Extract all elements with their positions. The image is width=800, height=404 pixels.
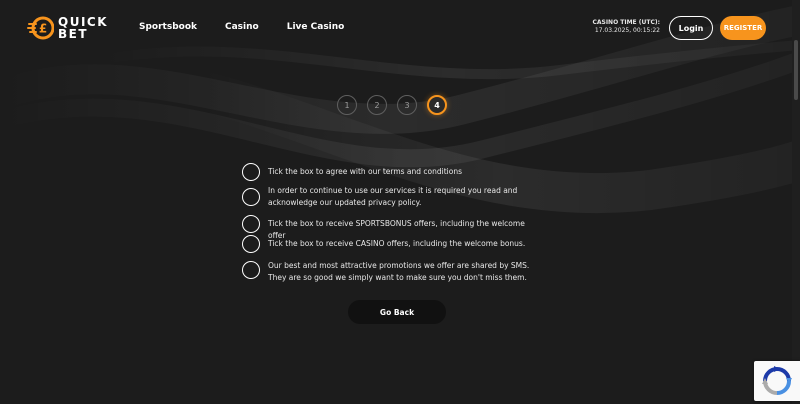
casino-time: CASINO TIME (UTC): 17.03.2025, 00:15:22 [592, 19, 660, 35]
logo-wordmark: QUICK BET [58, 16, 108, 40]
step-indicator: 1 2 3 4 [337, 95, 447, 117]
sms-label: Our best and most attractive promotions … [268, 261, 530, 282]
step-2[interactable]: 2 [367, 95, 387, 115]
terms-label: Tick the box to agree with our terms and… [268, 167, 463, 176]
nav-casino[interactable]: Casino [225, 22, 259, 32]
step-4-active[interactable]: 4 [427, 95, 447, 115]
terms-checkbox[interactable] [242, 163, 260, 181]
go-back-button[interactable]: Go Back [348, 300, 446, 324]
casino-time-value: 17.03.2025, 00:15:22 [594, 27, 660, 34]
casino-checkbox[interactable] [242, 235, 260, 253]
login-button[interactable]: Login [669, 16, 713, 40]
recaptcha-badge[interactable] [754, 361, 800, 401]
svg-text:£: £ [39, 22, 47, 36]
pound-coin-icon: £ [27, 16, 54, 40]
sms-checkbox[interactable] [242, 261, 260, 279]
consent-terms: Tick the box to agree with our terms and… [242, 163, 538, 181]
privacy-label: In order to continue to use our services… [268, 186, 518, 207]
nav-sportsbook[interactable]: Sportsbook [139, 22, 197, 32]
consent-sms: Our best and most attractive promotions … [242, 260, 538, 284]
site-header: £ QUICK BET Sportsbook Casino Live Casin… [0, 0, 800, 56]
register-button[interactable]: REGISTER [720, 16, 766, 40]
casino-time-label: CASINO TIME (UTC): [592, 19, 660, 26]
logo-line2: BET [58, 27, 89, 41]
step-3[interactable]: 3 [397, 95, 417, 115]
scrollbar-thumb[interactable] [794, 40, 798, 100]
main-nav: Sportsbook Casino Live Casino [139, 22, 344, 32]
registration-page: £ QUICK BET Sportsbook Casino Live Casin… [0, 0, 800, 404]
consent-casino: Tick the box to receive CASINO offers, i… [242, 235, 538, 253]
consent-privacy: In order to continue to use our services… [242, 185, 538, 209]
privacy-checkbox[interactable] [242, 188, 260, 206]
sportsbonus-checkbox[interactable] [242, 215, 260, 233]
page-scrollbar[interactable] [792, 0, 800, 404]
step-1[interactable]: 1 [337, 95, 357, 115]
nav-live-casino[interactable]: Live Casino [287, 22, 345, 32]
quickbet-logo[interactable]: £ QUICK BET [26, 13, 116, 43]
casino-label: Tick the box to receive CASINO offers, i… [268, 239, 526, 248]
recaptcha-icon [762, 366, 792, 395]
